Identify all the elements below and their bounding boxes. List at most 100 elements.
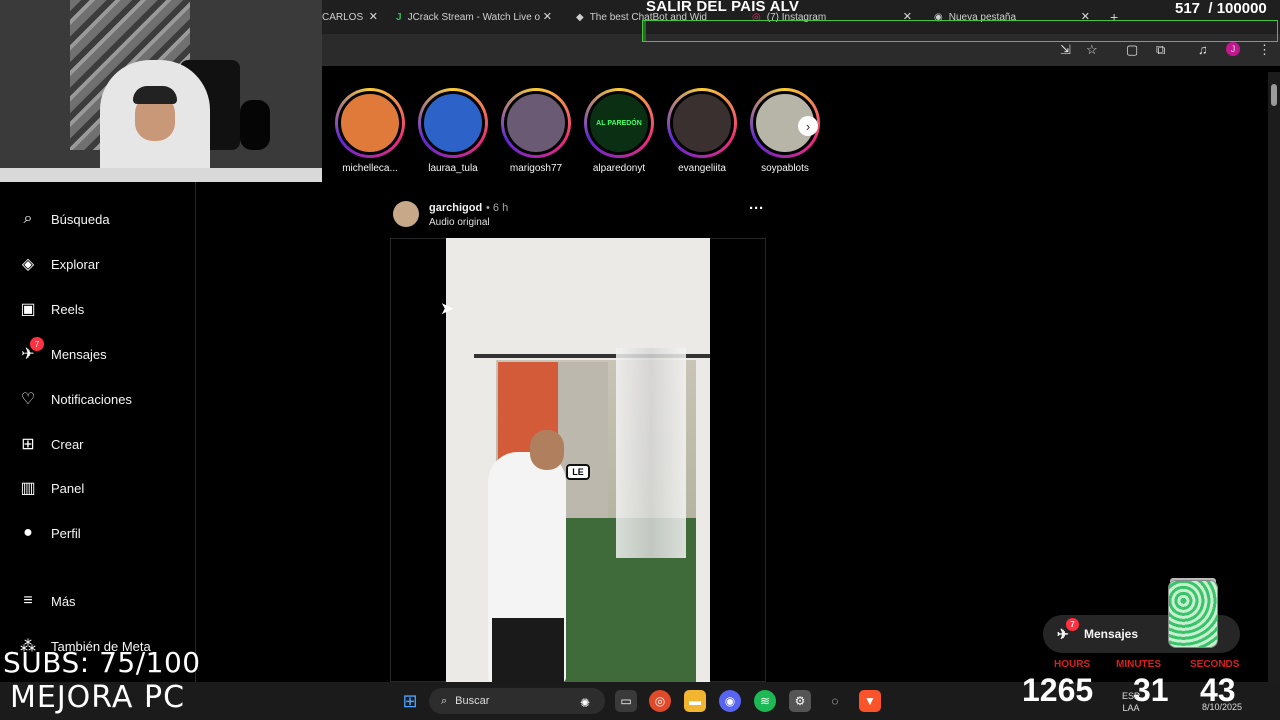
windows-start-icon[interactable]: ⊞ xyxy=(399,690,421,712)
story-username: lauraa_tula xyxy=(428,163,478,174)
messenger-icon: ✈ 7 xyxy=(18,337,44,364)
story-item[interactable]: michelleca... xyxy=(335,88,405,174)
chart-icon: ▥ xyxy=(20,480,36,497)
timer-hours: 1265 xyxy=(1022,672,1094,708)
compass-icon: ◈ xyxy=(21,256,35,273)
search-icon: ⌕ xyxy=(23,210,33,227)
story-ring: AL PAREDÓN xyxy=(584,88,654,158)
sidebar-item-label: Perfil xyxy=(51,525,81,541)
post-time: • 6 h xyxy=(486,202,509,214)
story-item[interactable]: AL PAREDÓN alparedonyt xyxy=(584,88,654,174)
star-icon[interactable]: ☆ xyxy=(1086,42,1098,58)
close-icon[interactable]: ✕ xyxy=(369,10,378,23)
spotify-icon[interactable]: ≋ xyxy=(754,690,776,712)
lang-code: ESP xyxy=(1122,691,1141,701)
extension-icon[interactable]: ▢ xyxy=(1126,42,1138,58)
chevron-right-icon[interactable]: › xyxy=(798,116,818,136)
subs-goal: SUBS: 75/100 xyxy=(3,646,201,679)
sidebar-item-notificaciones[interactable]: ♡ Notificaciones xyxy=(18,387,132,411)
discord-icon[interactable]: ◉ xyxy=(719,690,741,712)
story-avatar xyxy=(504,91,568,155)
tab-label: CARLOS xyxy=(322,11,364,23)
tab-jcrack[interactable]: J JCrack Stream - Watch Live o ✕ xyxy=(396,6,556,28)
tab-carlos[interactable]: CARLOS ✕ xyxy=(322,6,382,28)
timer-seconds-label: SECONDS xyxy=(1190,659,1240,670)
sidebar-item-búsqueda[interactable]: ⌕ Búsqueda xyxy=(18,207,110,231)
sidebar-item-más[interactable]: ≡ Más xyxy=(18,589,76,613)
mouse-cursor-icon: ➤ xyxy=(440,299,455,318)
taskbar-search-label: Buscar xyxy=(455,695,490,707)
goal-current: 517 xyxy=(1175,0,1201,17)
reels-icon: ▣ xyxy=(20,301,36,318)
search-icon: ⌕ xyxy=(441,694,448,707)
story-avatar: AL PAREDÓN xyxy=(587,91,651,155)
story-item[interactable]: lauraa_tula xyxy=(418,88,488,174)
video-caption: LE xyxy=(566,464,590,480)
sidebar-item-perfil[interactable]: ● Perfil xyxy=(18,521,81,545)
story-ring xyxy=(418,88,488,158)
post-video[interactable] xyxy=(446,238,710,682)
mejora-pc-label: MEJORA PC xyxy=(10,680,186,715)
sidebar-item-label: Búsqueda xyxy=(51,211,110,227)
menu-icon: ≡ xyxy=(23,592,33,609)
install-icon[interactable]: ⇲ xyxy=(1060,42,1071,58)
timer-hours-label: HOURS xyxy=(1054,659,1091,670)
sidebar-item-label: Panel xyxy=(51,480,85,496)
sidebar-item-panel[interactable]: ▥ Panel xyxy=(18,476,84,500)
messages-badge: 7 xyxy=(1066,617,1079,631)
puzzle-icon[interactable]: ⧉ xyxy=(1156,42,1165,58)
story-item[interactable]: marigosh77 xyxy=(501,88,571,174)
sidebar-divider xyxy=(195,182,196,682)
donation-jar xyxy=(1168,580,1218,648)
obs-icon[interactable]: ◌ xyxy=(824,690,846,712)
messages-label: Mensajes xyxy=(1084,627,1139,641)
post-avatar[interactable] xyxy=(393,201,419,227)
close-icon[interactable]: ✕ xyxy=(543,10,552,23)
story-username: soypablots xyxy=(761,163,809,174)
sidebar-item-crear[interactable]: ⊞ Crear xyxy=(18,432,83,456)
taskbar-date[interactable]: 8/10/2025 xyxy=(1202,702,1242,712)
post-username[interactable]: garchigod xyxy=(429,202,482,214)
scrollbar[interactable] xyxy=(1268,72,1280,682)
sidebar-item-label: Mensajes xyxy=(51,346,107,362)
tab-favicon-icon: ◆ xyxy=(576,11,584,23)
file-explorer-icon[interactable]: ▬ xyxy=(684,690,706,712)
goal-progress-fill xyxy=(643,21,647,41)
story-avatar xyxy=(421,91,485,155)
keyboard-language[interactable]: ESP LAA xyxy=(1122,690,1140,714)
sidebar-item-reels[interactable]: ▣ Reels xyxy=(18,297,84,321)
settings-icon[interactable]: ⚙ xyxy=(789,690,811,712)
messenger-icon: ✈ 7 xyxy=(1057,617,1079,643)
story-ring xyxy=(667,88,737,158)
story-ring xyxy=(501,88,571,158)
profile-icon[interactable]: J xyxy=(1226,42,1240,56)
sidebar-item-label: Notificaciones xyxy=(51,391,132,407)
sidebar-item-label: Reels xyxy=(51,301,85,317)
plus-square-icon: ⊞ xyxy=(21,436,35,453)
tab-label: JCrack Stream - Watch Live o xyxy=(407,11,541,23)
post-audio[interactable]: Audio original xyxy=(429,217,490,228)
sidebar-item-explorar[interactable]: ◈ Explorar xyxy=(18,252,100,276)
media-icon[interactable]: ♫ xyxy=(1198,42,1208,57)
webcam-overlay xyxy=(0,0,322,182)
goal-progress-bar xyxy=(642,20,1278,42)
goal-target: / 100000 xyxy=(1208,0,1267,17)
story-item[interactable]: evangeliita xyxy=(667,88,737,174)
goal-count: 517 / 100000 xyxy=(1175,0,1267,17)
story-avatar xyxy=(338,91,402,155)
avatar-icon: ● xyxy=(23,524,33,541)
story-avatar xyxy=(670,91,734,155)
more-options-icon[interactable]: ··· xyxy=(749,200,764,217)
task-view-icon[interactable]: ▭ xyxy=(615,690,637,712)
lang-layout: LAA xyxy=(1122,703,1140,713)
octopus-icon: ✺ xyxy=(579,696,591,710)
kebab-menu-icon[interactable]: ⋮ xyxy=(1258,42,1271,58)
story-username: alparedonyt xyxy=(592,163,646,174)
chrome-icon[interactable]: ◎ xyxy=(649,690,671,712)
story-username: marigosh77 xyxy=(509,163,563,174)
sidebar-item-label: Explorar xyxy=(51,256,100,272)
tab-favicon-icon: J xyxy=(396,11,402,23)
sidebar-item-label: Más xyxy=(51,593,76,609)
brave-icon[interactable]: ▼ xyxy=(859,690,881,712)
sidebar-item-mensajes[interactable]: ✈ 7 Mensajes xyxy=(18,337,107,366)
